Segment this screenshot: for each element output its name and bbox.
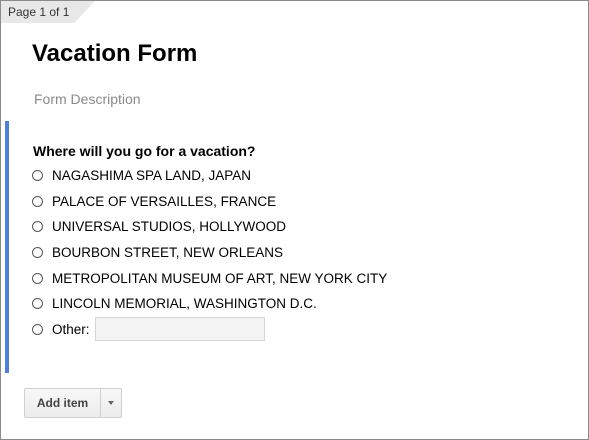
option-item[interactable]: UNIVERSAL STUDIOS, HOLLYWOOD <box>32 214 387 240</box>
active-question-indicator <box>5 121 9 373</box>
add-item-dropdown-button[interactable] <box>101 389 121 417</box>
radio-button[interactable] <box>32 298 43 310</box>
option-item[interactable]: BOURBON STREET, NEW ORLEANS <box>32 240 387 266</box>
option-label: LINCOLN MEMORIAL, WASHINGTON D.C. <box>52 296 317 312</box>
radio-button[interactable] <box>32 272 43 284</box>
radio-button[interactable] <box>32 247 43 259</box>
option-other[interactable]: Other: <box>32 317 387 343</box>
option-item[interactable]: PALACE OF VERSAILLES, FRANCE <box>32 189 387 215</box>
other-label: Other: <box>52 321 90 337</box>
add-item-button-group: Add item <box>24 388 122 418</box>
option-label: BOURBON STREET, NEW ORLEANS <box>52 245 284 261</box>
option-item[interactable]: LINCOLN MEMORIAL, WASHINGTON D.C. <box>32 291 387 317</box>
form-title[interactable]: Vacation Form <box>32 40 197 68</box>
radio-button[interactable] <box>32 323 43 335</box>
form-editor: Page 1 of 1 Vacation Form Form Descripti… <box>0 0 589 440</box>
other-input[interactable] <box>94 317 265 342</box>
option-list: NAGASHIMA SPA LAND, JAPAN PALACE OF VERS… <box>32 163 387 342</box>
option-label: METROPOLITAN MUSEUM OF ART, NEW YORK CIT… <box>52 270 388 286</box>
radio-button[interactable] <box>32 221 43 233</box>
form-description[interactable]: Form Description <box>34 91 141 107</box>
radio-button[interactable] <box>32 170 43 182</box>
option-label: NAGASHIMA SPA LAND, JAPAN <box>52 168 252 184</box>
caret-down-icon <box>108 401 114 405</box>
question-title[interactable]: Where will you go for a vacation? <box>33 143 255 159</box>
add-item-button[interactable]: Add item <box>25 389 101 417</box>
option-item[interactable]: NAGASHIMA SPA LAND, JAPAN <box>32 163 387 189</box>
option-label: UNIVERSAL STUDIOS, HOLLYWOOD <box>52 219 287 235</box>
page-indicator: Page 1 of 1 <box>8 5 70 19</box>
radio-button[interactable] <box>32 195 43 207</box>
option-label: PALACE OF VERSAILLES, FRANCE <box>52 193 277 209</box>
option-item[interactable]: METROPOLITAN MUSEUM OF ART, NEW YORK CIT… <box>32 265 387 291</box>
